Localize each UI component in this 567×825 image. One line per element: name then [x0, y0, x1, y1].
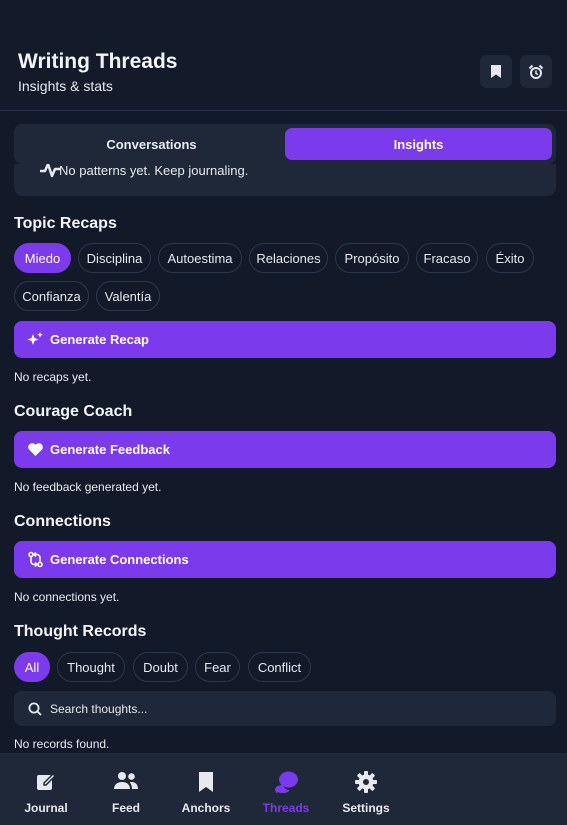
alarm-clock-icon — [528, 64, 544, 79]
edit-icon — [36, 773, 56, 790]
bottom-nav: Journal Feed Anchors Threads Settings — [0, 753, 567, 825]
patterns-card: No patterns yet. Keep journaling. — [14, 164, 556, 196]
search-icon — [28, 702, 42, 716]
generate-connections-label: Generate Connections — [50, 552, 189, 567]
chip-relaciones[interactable]: Relaciones — [249, 243, 328, 273]
bookmark-icon — [199, 772, 213, 792]
generate-feedback-button[interactable]: Generate Feedback — [14, 431, 556, 468]
courage-coach-title: Courage Coach — [14, 403, 133, 420]
chip-exito[interactable]: Éxito — [486, 243, 534, 273]
chip-disciplina[interactable]: Disciplina — [78, 243, 151, 273]
sparkles-icon — [27, 332, 43, 345]
nav-journal[interactable]: Journal — [6, 753, 86, 825]
chip-proposito[interactable]: Propósito — [335, 243, 409, 273]
git-compare-icon — [28, 551, 43, 568]
search-input[interactable] — [50, 701, 530, 716]
nav-feed[interactable]: Feed — [86, 753, 166, 825]
feedback-empty-text: No feedback generated yet. — [14, 480, 162, 494]
tab-conversations[interactable]: Conversations — [18, 128, 285, 160]
topic-recaps-title: Topic Recaps — [14, 215, 117, 232]
patterns-empty-text: No patterns yet. Keep journaling. — [59, 164, 249, 178]
filter-thought[interactable]: Thought — [57, 652, 125, 682]
chip-valentia[interactable]: Valentía — [96, 281, 160, 311]
page-title: Writing Threads — [18, 50, 178, 73]
users-icon — [114, 772, 138, 789]
filter-conflict[interactable]: Conflict — [248, 652, 311, 682]
nav-journal-label: Journal — [24, 801, 68, 815]
page-subtitle: Insights & stats — [18, 78, 113, 94]
nav-threads[interactable]: Threads — [246, 753, 326, 825]
chip-confianza[interactable]: Confianza — [14, 281, 89, 311]
chip-autoestima[interactable]: Autoestima — [158, 243, 242, 273]
heart-icon — [28, 443, 43, 456]
connections-empty-text: No connections yet. — [14, 590, 120, 604]
gear-icon — [355, 771, 377, 793]
generate-recap-label: Generate Recap — [50, 332, 149, 347]
chip-fracaso[interactable]: Fracaso — [416, 243, 478, 273]
alarm-button[interactable] — [520, 55, 552, 88]
nav-feed-label: Feed — [111, 801, 140, 815]
bookmark-button[interactable] — [480, 55, 512, 88]
activity-icon — [40, 164, 60, 178]
records-empty-text: No records found. — [14, 737, 110, 751]
nav-anchors-label: Anchors — [181, 801, 231, 815]
nav-settings-label: Settings — [342, 801, 390, 815]
generate-feedback-label: Generate Feedback — [50, 442, 170, 457]
search-box — [14, 691, 556, 726]
chat-bubbles-icon — [274, 771, 298, 793]
connections-title: Connections — [14, 513, 111, 530]
generate-connections-button[interactable]: Generate Connections — [14, 541, 556, 578]
generate-recap-button[interactable]: Generate Recap — [14, 321, 556, 358]
view-tabs: Conversations Insights — [14, 124, 556, 164]
bookmark-icon — [491, 65, 501, 78]
recaps-empty-text: No recaps yet. — [14, 370, 92, 384]
nav-anchors[interactable]: Anchors — [166, 753, 246, 825]
filter-all[interactable]: All — [14, 652, 50, 682]
thought-records-title: Thought Records — [14, 623, 147, 640]
nav-threads-label: Threads — [262, 801, 310, 815]
app-header: Writing Threads Insights & stats — [0, 0, 567, 111]
filter-fear[interactable]: Fear — [195, 652, 240, 682]
filter-doubt[interactable]: Doubt — [133, 652, 188, 682]
chip-miedo[interactable]: Miedo — [14, 243, 71, 273]
nav-settings[interactable]: Settings — [326, 753, 406, 825]
tab-insights[interactable]: Insights — [285, 128, 552, 160]
